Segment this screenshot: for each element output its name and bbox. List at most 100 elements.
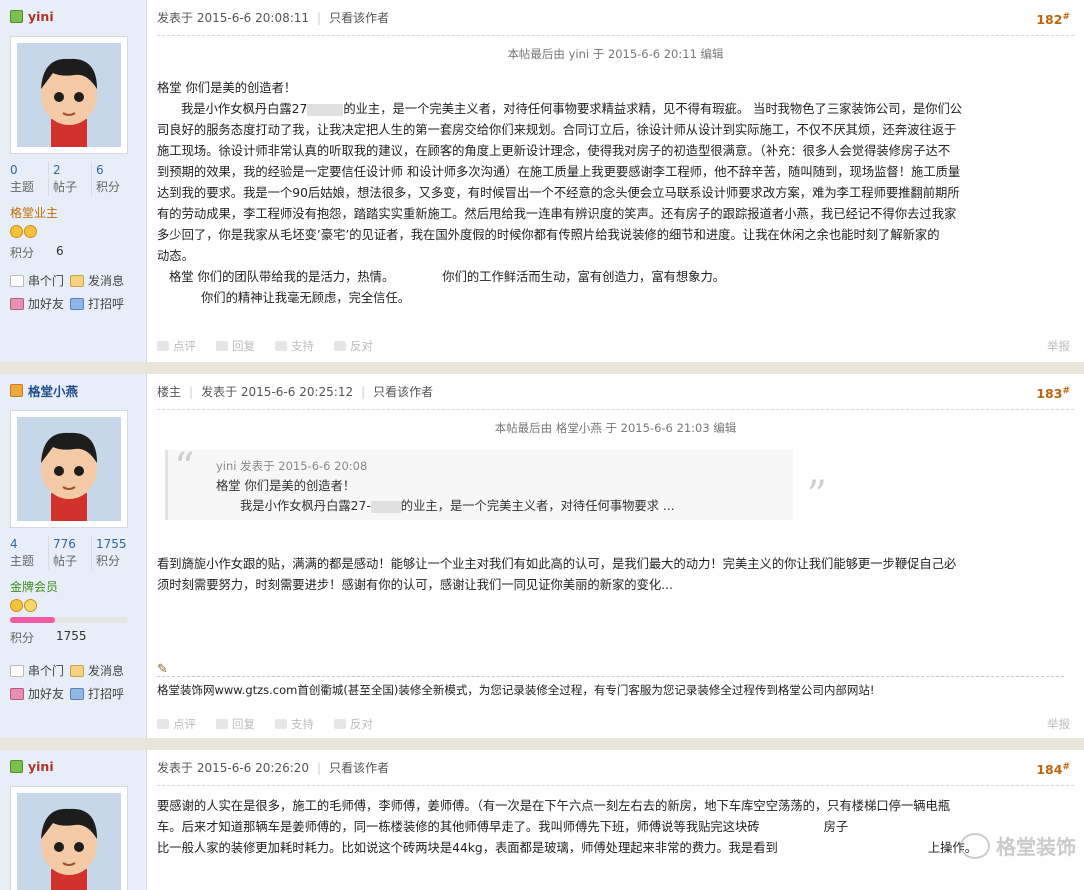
reply-button[interactable]: 回复 — [216, 338, 255, 354]
rate-button[interactable]: 点评 — [157, 338, 196, 354]
content-text: 你们的工作鲜活而生动，富有创造力，富有想象力。 — [442, 270, 726, 284]
say-hello-icon — [70, 297, 84, 310]
stat-topics-value: 4 — [10, 537, 18, 551]
send-message-button[interactable]: 发消息 — [70, 272, 130, 289]
points-label: 积分 — [10, 246, 35, 260]
content-line: 看到旖旎小作女跟的贴，满满的都是感动！能够让一个业主对我们有如此高的认可，是我们… — [157, 557, 957, 571]
avatar[interactable] — [10, 410, 128, 528]
only-author-link[interactable]: 只看该作者 — [329, 9, 389, 26]
watermark: 格堂装饰 — [960, 831, 1076, 860]
stat-points[interactable]: 6 积分 — [91, 162, 134, 196]
chuan-men-button[interactable]: 串个门 — [10, 272, 70, 289]
send-message-button[interactable]: 发消息 — [70, 662, 130, 679]
send-message-label: 发消息 — [88, 274, 125, 288]
quote-line: 我是小作女枫丹白露27- 的业主，是一个完美主义者，对待任何事物要求 ... — [216, 496, 793, 516]
points-row: 积分 6 — [10, 244, 136, 261]
content-line: 多少回了，你是我家从毛坯变’豪宅’的见证者，我在国外度假的时候你都有传照片给我说… — [157, 228, 940, 242]
oppose-button[interactable]: 反对 — [334, 338, 373, 354]
divider: | — [361, 384, 366, 399]
rate-icon — [157, 341, 169, 351]
say-hello-button[interactable]: 打招呼 — [70, 685, 130, 702]
user-group[interactable]: 格堂业主 — [10, 204, 136, 221]
avatar-image — [17, 793, 121, 890]
rate-label: 点评 — [173, 717, 196, 731]
post-content: 看到旖旎小作女跟的贴，满满的都是感动！能够让一个业主对我们有如此高的认可，是我们… — [157, 554, 1074, 596]
stat-topics-label: 主题 — [10, 180, 35, 194]
stat-points-label: 积分 — [96, 554, 121, 568]
floor-number-value: 184 — [1036, 762, 1063, 778]
add-friend-button[interactable]: 加好友 — [10, 685, 70, 702]
signature: 格堂装饰网www.gtzs.com首创衢城(甚至全国)装修全新模式，为您记录装修… — [157, 683, 875, 697]
floor-number[interactable]: 183# — [1036, 386, 1070, 401]
author-name-row: 格堂小燕 — [10, 380, 136, 400]
floor-suffix: # — [1062, 762, 1070, 772]
content-line: 动态。 — [157, 249, 194, 263]
say-hello-button[interactable]: 打招呼 — [70, 295, 130, 312]
points-value: 1755 — [56, 629, 87, 643]
author-stats: 4 主题 776 帖子 1755 积分 — [10, 536, 134, 570]
only-author-link[interactable]: 只看该作者 — [329, 759, 389, 776]
rate-button[interactable]: 点评 — [157, 716, 196, 732]
posted-at-label: 发表于 — [157, 11, 194, 25]
close-quote-icon: ” — [806, 473, 827, 519]
user-group[interactable]: 金牌会员 — [10, 578, 136, 595]
only-author-link[interactable]: 只看该作者 — [373, 383, 433, 400]
floor-number[interactable]: 184# — [1036, 762, 1070, 777]
add-friend-icon — [10, 687, 24, 700]
content-line: 要感谢的人实在是很多，施工的毛师傅，李师傅，姜师傅。（有一次是在下午六点一刻左右… — [157, 799, 951, 813]
edit-note: 本帖最后由 格堂小燕 于 2015-6-6 21:03 编辑 — [494, 421, 737, 435]
author-name[interactable]: yini — [28, 759, 54, 774]
reply-button[interactable]: 回复 — [216, 716, 255, 732]
content-line: 车。后来才知道那辆车是姜师傅的，同一栋楼装修的其他师傅早走了。我叫师傅先下班，师… — [157, 817, 1074, 838]
reply-icon — [216, 719, 228, 729]
message-icon — [70, 274, 84, 287]
post: 格堂小燕 4 主题 776 帖子 1755 积分 金牌会员 积分 1755 串个… — [0, 374, 1084, 738]
content-line: 须时刻需要努力，时刻需要进步！感谢有你的认可，感谢让我们一同见证你美丽的新家的变… — [157, 578, 673, 592]
report-button[interactable]: 举报 — [1047, 716, 1070, 732]
stat-topics[interactable]: 0 主题 — [10, 162, 48, 196]
support-label: 支持 — [291, 717, 314, 731]
moon-icon — [24, 599, 37, 612]
author-name[interactable]: 格堂小燕 — [28, 381, 78, 400]
content-line: 达到我的要求。我是一个90后姑娘，想法很多，又多变，有时候冒出一个不经意的念头便… — [157, 186, 960, 200]
post-footer: 点评 回复 支持 反对 举报 — [157, 338, 1070, 354]
content-line: 比一般人家的装修更加耗时耗力。比如说这个砖两块是44kg，表面都是玻璃，师傅处理… — [157, 838, 1074, 859]
add-friend-label: 加好友 — [28, 687, 65, 701]
add-friend-label: 加好友 — [28, 297, 65, 311]
support-button[interactable]: 支持 — [275, 716, 314, 732]
stat-posts[interactable]: 2 帖子 — [48, 162, 91, 196]
posted-at-label: 发表于 — [201, 385, 238, 399]
say-hello-label: 打招呼 — [88, 687, 125, 701]
content-line: 施工现场。徐设计师非常认真的听取我的建议，在顾客的角度上更新设计理念，使得我对房… — [157, 144, 951, 158]
content-text: 的业主，是一个完美主义者，对待任何事物要求精益求精，见不得有瑕疵。 当时我物色了… — [343, 102, 963, 116]
quote-author[interactable]: yini 发表于 2015-6-6 20:08 — [216, 456, 793, 476]
stat-topics[interactable]: 4 主题 — [10, 536, 48, 570]
signature-divider — [157, 676, 1064, 677]
rank-icons — [10, 225, 136, 238]
avatar[interactable] — [10, 36, 128, 154]
avatar-image — [17, 43, 121, 147]
oppose-button[interactable]: 反对 — [334, 716, 373, 732]
chuan-men-button[interactable]: 串个门 — [10, 662, 70, 679]
visit-icon — [10, 664, 24, 677]
avatar[interactable] — [10, 786, 128, 890]
author-actions: 串个门 发消息 加好友 打招呼 — [10, 272, 130, 312]
add-friend-button[interactable]: 加好友 — [10, 295, 70, 312]
post-header: 发表于 2015-6-6 20:08:11 | 只看该作者 — [157, 0, 1074, 36]
author-name[interactable]: yini — [28, 9, 54, 24]
author-sidebar: yini 0 主题 2 帖子 6 积分 格堂业主 积分 6 串个门 发消息 加好… — [0, 0, 147, 362]
content-text: 格堂 你们的团队带给我的是活力，热情。 — [169, 270, 395, 284]
support-button[interactable]: 支持 — [275, 338, 314, 354]
stat-posts[interactable]: 776 帖子 — [48, 536, 91, 570]
floor-number[interactable]: 182# — [1036, 12, 1070, 27]
floor-number-value: 183 — [1036, 386, 1063, 402]
report-button[interactable]: 举报 — [1047, 338, 1070, 354]
online-status-icon — [10, 759, 23, 773]
floor-suffix: # — [1062, 386, 1070, 396]
chuan-men-label: 串个门 — [28, 274, 65, 288]
floor-number-value: 182 — [1036, 12, 1063, 28]
oppose-label: 反对 — [350, 717, 373, 731]
stat-points[interactable]: 1755 积分 — [91, 536, 134, 570]
thumbs-down-icon — [334, 341, 346, 351]
stat-posts-label: 帖子 — [53, 554, 78, 568]
